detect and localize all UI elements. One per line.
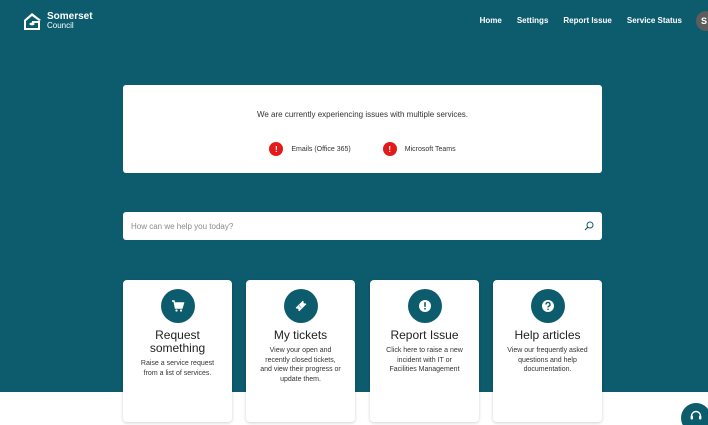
alert-item-teams[interactable]: ! Microsoft Teams	[382, 142, 456, 156]
card-title: My tickets	[273, 328, 328, 342]
logo-sub: Council	[47, 21, 74, 30]
logo-name: Somerset	[47, 11, 93, 22]
council-logo-icon	[24, 13, 41, 30]
nav-service-status[interactable]: Service Status	[627, 16, 682, 25]
cart-icon	[160, 289, 195, 323]
card-description: View your open and recently closed ticke…	[260, 347, 341, 383]
alert-item-label: Emails (Office 365)	[291, 145, 351, 153]
search-icon[interactable]	[584, 221, 594, 231]
headset-icon	[690, 410, 702, 420]
exclamation-icon: !	[269, 142, 284, 156]
alert-item-emails[interactable]: ! Emails (Office 365)	[269, 142, 351, 156]
council-logo[interactable]: Somerset Council	[22, 12, 93, 30]
exclamation-icon: !	[382, 142, 397, 156]
search-bar	[123, 212, 602, 240]
search-input[interactable]	[131, 221, 584, 231]
card-description: Raise a service request from a list of s…	[140, 360, 215, 377]
alert-message: We are currently experiencing issues wit…	[256, 110, 469, 119]
card-title: Request something	[149, 328, 206, 355]
nav-report-issue[interactable]: Report Issue	[563, 16, 611, 25]
alert-item-label: Microsoft Teams	[404, 145, 456, 153]
user-avatar[interactable]: S	[696, 11, 708, 31]
card-description: Click here to raise a new incident with …	[386, 347, 463, 373]
service-alert-panel: We are currently experiencing issues wit…	[123, 85, 602, 173]
nav-home[interactable]: Home	[480, 16, 502, 25]
ticket-icon	[283, 289, 318, 323]
exclamation-icon	[407, 289, 442, 323]
card-report-issue[interactable]: Report Issue Click here to raise a new i…	[370, 280, 479, 422]
card-title: Help articles	[514, 328, 581, 342]
chat-support-button[interactable]	[681, 403, 708, 425]
card-request-something[interactable]: Request something Raise a service reques…	[123, 280, 232, 422]
card-description: View our frequently asked questions and …	[507, 347, 588, 373]
card-help-articles[interactable]: Help articles View our frequently asked …	[493, 280, 602, 422]
card-title: Report Issue	[390, 328, 459, 342]
nav-settings[interactable]: Settings	[517, 16, 549, 25]
card-my-tickets[interactable]: My tickets View your open and recently c…	[246, 280, 355, 422]
question-icon	[530, 289, 565, 323]
top-nav: Home Settings Report Issue Service Statu…	[480, 16, 682, 25]
